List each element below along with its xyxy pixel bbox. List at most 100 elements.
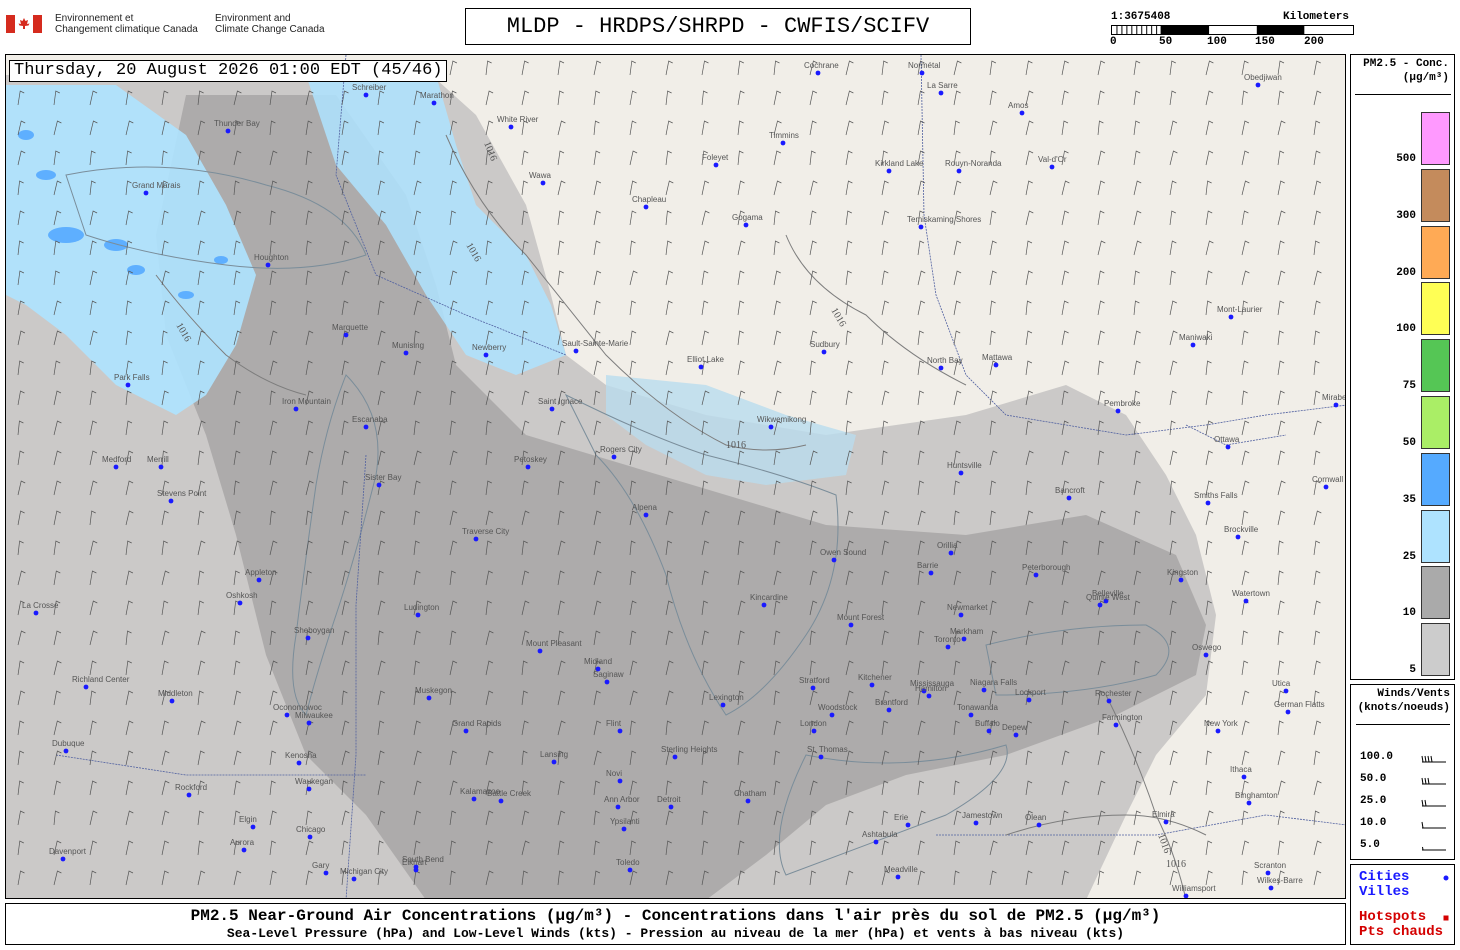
city-label: Midland bbox=[584, 657, 612, 666]
city-dot bbox=[627, 867, 633, 873]
city-dot bbox=[363, 92, 369, 98]
city-dot bbox=[986, 728, 992, 734]
city-dot bbox=[60, 856, 66, 862]
city-label: La Crosse bbox=[22, 601, 59, 610]
canada-flag-icon bbox=[6, 15, 42, 33]
pm25-swatch-500 bbox=[1421, 112, 1450, 165]
city-dot bbox=[905, 822, 911, 828]
city-dot bbox=[551, 759, 557, 765]
wind-legend-label-5.0: 5.0 bbox=[1360, 839, 1380, 851]
city-label: Michigan City bbox=[340, 867, 388, 876]
city-dot bbox=[1243, 598, 1249, 604]
city-label: Traverse City bbox=[462, 527, 509, 536]
city-dot bbox=[928, 570, 934, 576]
org-fr-line2: Changement climatique Canada bbox=[55, 24, 198, 35]
city-label: Chicago bbox=[296, 825, 326, 834]
cities-label: Cities bbox=[1359, 869, 1410, 885]
wind-barb-legend-icon bbox=[1421, 799, 1446, 807]
city-label: Ithaca bbox=[1230, 765, 1252, 774]
wind-legend-label-50.0: 50.0 bbox=[1360, 773, 1387, 785]
city-label: Timmins bbox=[769, 131, 799, 140]
city-dot bbox=[305, 635, 311, 641]
city-dot bbox=[1283, 688, 1289, 694]
city-dot bbox=[351, 876, 357, 882]
city-label: Kincardine bbox=[750, 593, 788, 602]
pm25-swatch-75 bbox=[1421, 339, 1450, 393]
city-label: Stratford bbox=[799, 676, 830, 685]
city-label: Sudbury bbox=[810, 340, 840, 349]
city-label: Scranton bbox=[1254, 861, 1286, 870]
city-dot bbox=[926, 693, 932, 699]
city-dot bbox=[713, 162, 719, 168]
city-dot bbox=[168, 498, 174, 504]
city-dot bbox=[1013, 732, 1019, 738]
city-dot bbox=[473, 536, 479, 542]
city-label: Normétal bbox=[908, 61, 941, 70]
city-dot bbox=[948, 550, 954, 556]
city-label: Houghton bbox=[254, 253, 289, 262]
scale-unit: Kilometers bbox=[1283, 11, 1350, 23]
city-label: Orillia bbox=[937, 541, 958, 550]
city-dot bbox=[498, 798, 504, 804]
city-label: Grand Rapids bbox=[452, 719, 501, 728]
city-label: Novi bbox=[606, 769, 622, 778]
page: Environnement et Changement climatique C… bbox=[0, 0, 1460, 950]
city-dot bbox=[810, 685, 816, 691]
city-dot bbox=[186, 792, 192, 798]
pts-chauds-label: Pts chauds bbox=[1359, 924, 1444, 940]
city-dot bbox=[1333, 402, 1339, 408]
wind-legend-label-100.0: 100.0 bbox=[1360, 751, 1394, 763]
city-dot bbox=[1203, 652, 1209, 658]
pm25-swatch-label-35: 35 bbox=[1402, 493, 1416, 506]
city-label: Smiths Falls bbox=[1194, 491, 1238, 500]
map-canvas[interactable]: 1016 1016 1016 1016 1016 1016 1016 Cochrane Nor… bbox=[5, 54, 1346, 899]
pm25-swatch-100 bbox=[1421, 282, 1450, 336]
city-label: Chapleau bbox=[632, 195, 666, 204]
city-dot bbox=[617, 728, 623, 734]
city-dot bbox=[540, 180, 546, 186]
city-label: Tonawanda bbox=[957, 703, 998, 712]
city-label: Elkhart bbox=[402, 858, 428, 867]
city-label: Wilkes-Barre bbox=[1257, 876, 1303, 885]
city-label: Ypsilanti bbox=[610, 817, 640, 826]
pm25-swatch-10 bbox=[1421, 566, 1450, 620]
city-dot bbox=[919, 70, 925, 76]
pm25-swatch-label-100: 100 bbox=[1396, 323, 1416, 336]
city-label: Kitchener bbox=[858, 673, 892, 682]
city-dot bbox=[1066, 495, 1072, 501]
city-label: Bancroft bbox=[1055, 486, 1086, 495]
caption-line-1: PM2.5 Near-Ground Air Concentrations (µg… bbox=[190, 907, 1161, 925]
city-dot bbox=[307, 834, 313, 840]
isobar-label: 1016 bbox=[726, 440, 746, 451]
city-label: Richland Center bbox=[72, 675, 130, 684]
city-dot bbox=[672, 754, 678, 760]
pm25-swatch-label-50: 50 bbox=[1402, 437, 1416, 449]
city-label: Chatham bbox=[734, 789, 767, 798]
city-label: Obedjiwan bbox=[1244, 73, 1282, 82]
city-dot bbox=[968, 712, 974, 718]
city-dot bbox=[1033, 572, 1039, 578]
city-dot bbox=[63, 748, 69, 754]
city-label: Medford bbox=[102, 455, 131, 464]
hotspots-label: Hotspots bbox=[1359, 909, 1427, 925]
city-dot bbox=[483, 352, 489, 358]
city-label: Pembroke bbox=[1104, 399, 1141, 408]
city-dot bbox=[958, 470, 964, 476]
city-label: Barrie bbox=[917, 561, 939, 570]
city-label: Lexington bbox=[709, 693, 744, 702]
city-dot bbox=[1241, 774, 1247, 780]
city-dot bbox=[1163, 819, 1169, 825]
city-label: Mount Forest bbox=[837, 613, 885, 622]
city-label: White River bbox=[497, 115, 539, 124]
org-en-line1: Environment and bbox=[215, 13, 291, 24]
city-label: Aurora bbox=[230, 838, 255, 847]
city-label: Appleton bbox=[245, 568, 277, 577]
city-dot bbox=[549, 406, 555, 412]
city-label: Park Falls bbox=[114, 373, 150, 382]
pm25-legend-unit: (µg/m³) bbox=[1402, 72, 1449, 84]
city-label: Mirabel bbox=[1322, 393, 1346, 402]
city-dot bbox=[643, 512, 649, 518]
city-label: Owen Sound bbox=[820, 548, 866, 557]
city-dot bbox=[958, 612, 964, 618]
wind-legend-title: Winds/Vents bbox=[1377, 688, 1450, 700]
